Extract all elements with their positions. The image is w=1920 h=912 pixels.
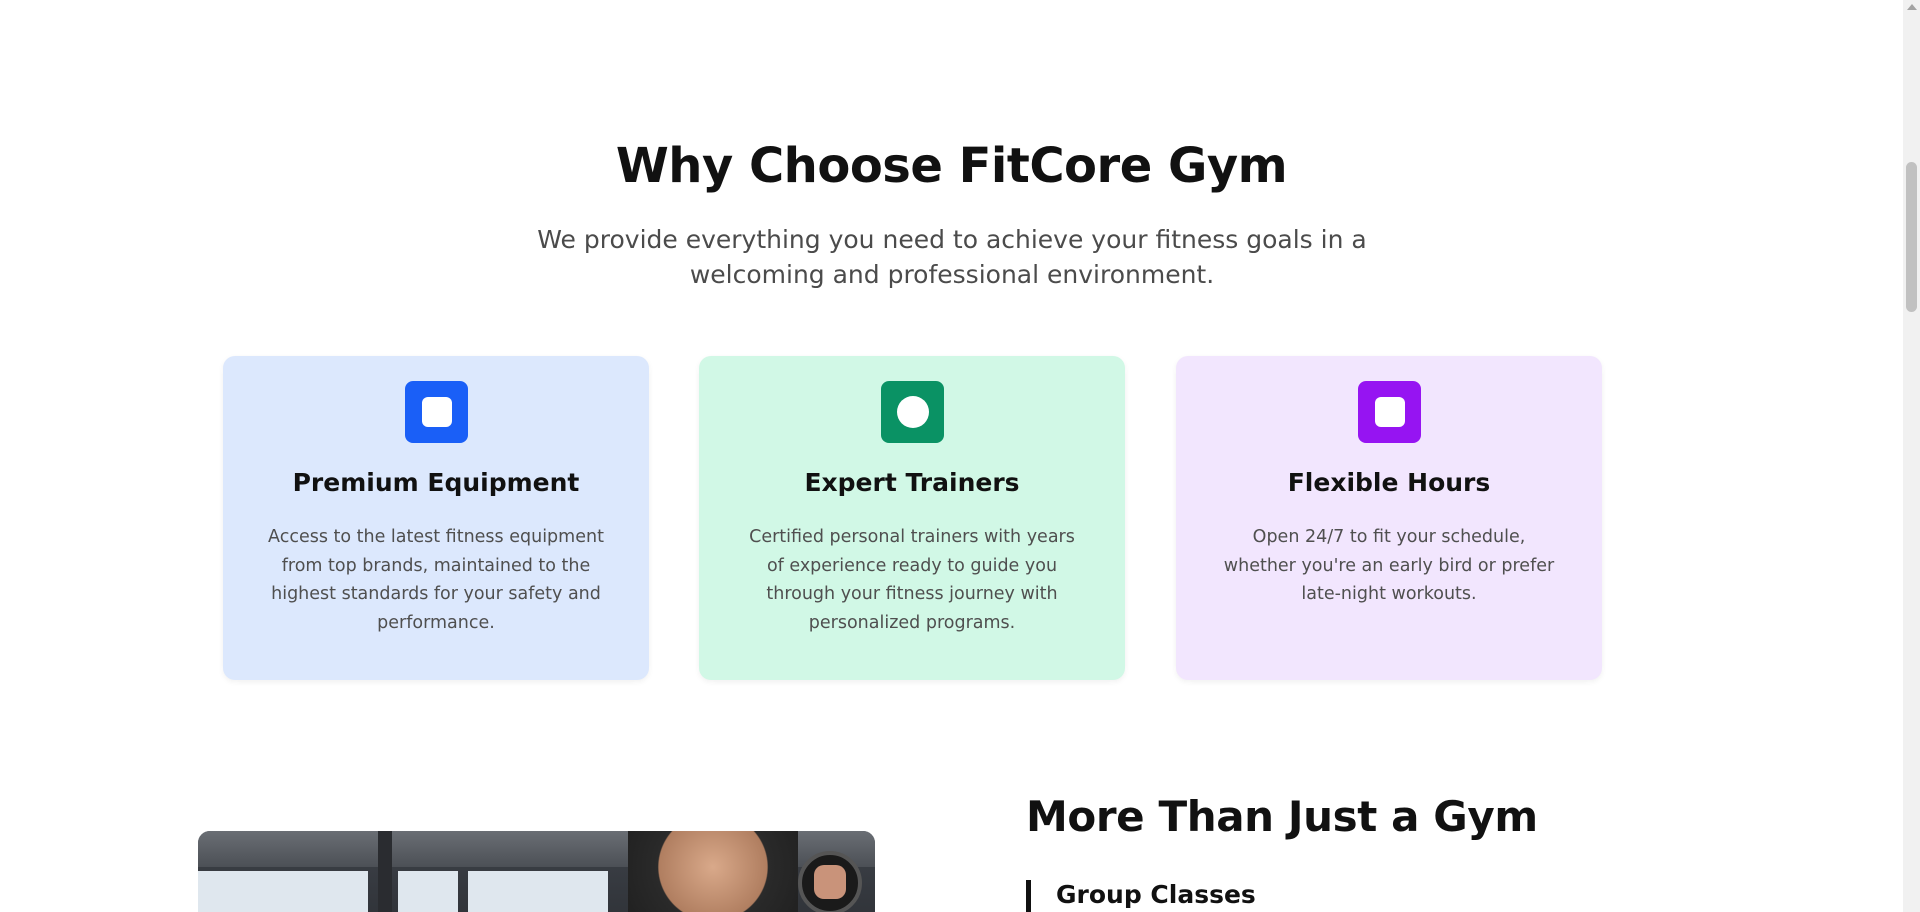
photo-athlete (628, 831, 798, 912)
feature-title: Premium Equipment (292, 468, 580, 497)
photo-window (398, 871, 458, 912)
feature-description: Access to the latest fitness equipment f… (268, 527, 604, 633)
feature-card-expert-trainers: Expert Trainers Certified personal train… (699, 356, 1125, 680)
circle-icon (896, 396, 929, 428)
photo-window (198, 871, 368, 912)
gym-photo (198, 831, 875, 912)
section-subtitle: We provide everything you need to achiev… (537, 225, 1367, 289)
scroll-up-arrow-icon[interactable] (1907, 4, 1917, 10)
feature-description: Open 24/7 to fit your schedule, whether … (1223, 527, 1555, 604)
trainers-icon-tile (881, 381, 944, 443)
feature-accent-bar (1026, 880, 1031, 912)
photo-hand (814, 865, 846, 899)
photo-beam (378, 831, 392, 912)
section-title: Why Choose FitCore Gym (615, 138, 1288, 194)
square-icon (1374, 397, 1405, 427)
scrollbar-thumb[interactable] (1906, 162, 1917, 312)
feature-card-flexible-hours: Flexible Hours Open 24/7 to fit your sch… (1176, 356, 1602, 680)
hours-icon-tile (1358, 381, 1421, 443)
feature-title: Expert Trainers (804, 468, 1020, 497)
group-classes-title: Group Classes (1056, 880, 1256, 909)
photo-window (468, 871, 608, 912)
feature-description: Certified personal trainers with years o… (749, 527, 1075, 633)
feature-card-premium-equipment: Premium Equipment Access to the latest f… (223, 356, 649, 680)
square-icon (421, 397, 452, 427)
page: Why Choose FitCore Gym We provide everyt… (0, 0, 1903, 912)
equipment-icon-tile (405, 381, 468, 443)
feature-title: Flexible Hours (1287, 468, 1491, 497)
more-section-title: More Than Just a Gym (1026, 792, 1538, 841)
page-scrollbar[interactable] (1903, 0, 1920, 912)
